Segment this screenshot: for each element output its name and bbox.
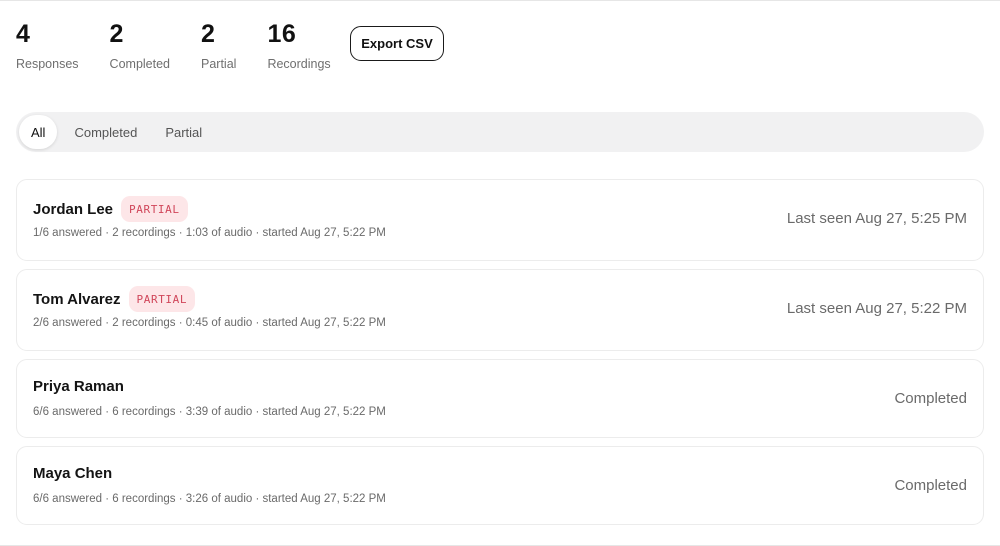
stat-value: 2 — [201, 20, 216, 48]
stat-value: 4 — [16, 20, 31, 48]
partial-badge: PARTIAL — [128, 286, 196, 312]
respondent-name: Maya Chen — [33, 465, 113, 482]
stat-label: Partial — [201, 57, 237, 71]
response-card[interactable]: Maya Chen 6/6 answered · 6 recordings · … — [16, 446, 984, 525]
response-meta: 2/6 answered · 2 recordings · 0:45 of au… — [33, 317, 386, 329]
card-header: Jordan Lee PARTIAL — [33, 196, 188, 222]
stat-label: Recordings — [267, 57, 331, 71]
respondent-name: Priya Raman — [33, 378, 124, 395]
export-csv-button[interactable]: Export CSV — [350, 26, 444, 61]
stat-value: 2 — [109, 20, 124, 48]
response-card[interactable]: Priya Raman 6/6 answered · 6 recordings … — [16, 359, 984, 438]
partial-badge: PARTIAL — [121, 196, 188, 222]
response-status: Completed — [894, 390, 967, 407]
response-status: Last seen Aug 27, 5:25 PM — [786, 210, 967, 227]
response-list: Jordan Lee PARTIAL 1/6 answered · 2 reco… — [16, 179, 984, 533]
card-header: Tom Alvarez PARTIAL — [33, 286, 196, 312]
stat-label: Responses — [16, 57, 79, 71]
respondent-name: Tom Alvarez — [33, 290, 121, 308]
response-status: Last seen Aug 27, 5:22 PM — [786, 300, 967, 317]
response-meta: 6/6 answered · 6 recordings · 3:39 of au… — [33, 406, 386, 418]
card-header: Maya Chen — [33, 465, 112, 482]
filter-tabs: All Completed Partial — [16, 112, 984, 152]
stat-recordings: 16 Recordings — [267, 19, 330, 72]
stats-row: 4 Responses 2 Completed 2 Partial 16 Rec… — [16, 19, 362, 72]
response-card[interactable]: Tom Alvarez PARTIAL 2/6 answered · 2 rec… — [16, 269, 984, 351]
response-status: Completed — [894, 477, 967, 494]
respondent-name: Jordan Lee — [33, 200, 114, 218]
stat-value: 16 — [267, 20, 297, 48]
stat-completed: 2 Completed — [110, 19, 170, 72]
response-card[interactable]: Jordan Lee PARTIAL 1/6 answered · 2 reco… — [16, 179, 984, 261]
stat-label: Completed — [109, 57, 170, 71]
stat-responses: 4 Responses — [16, 19, 79, 72]
tab-partial[interactable]: Partial — [150, 115, 217, 149]
response-meta: 6/6 answered · 6 recordings · 3:26 of au… — [33, 493, 386, 505]
card-header: Priya Raman — [33, 378, 124, 395]
response-meta: 1/6 answered · 2 recordings · 1:03 of au… — [33, 227, 386, 239]
tab-all[interactable]: All — [19, 115, 58, 149]
tab-completed[interactable]: Completed — [59, 115, 152, 149]
stat-partial: 2 Partial — [201, 19, 236, 72]
responses-page: 4 Responses 2 Completed 2 Partial 16 Rec… — [0, 0, 1000, 546]
